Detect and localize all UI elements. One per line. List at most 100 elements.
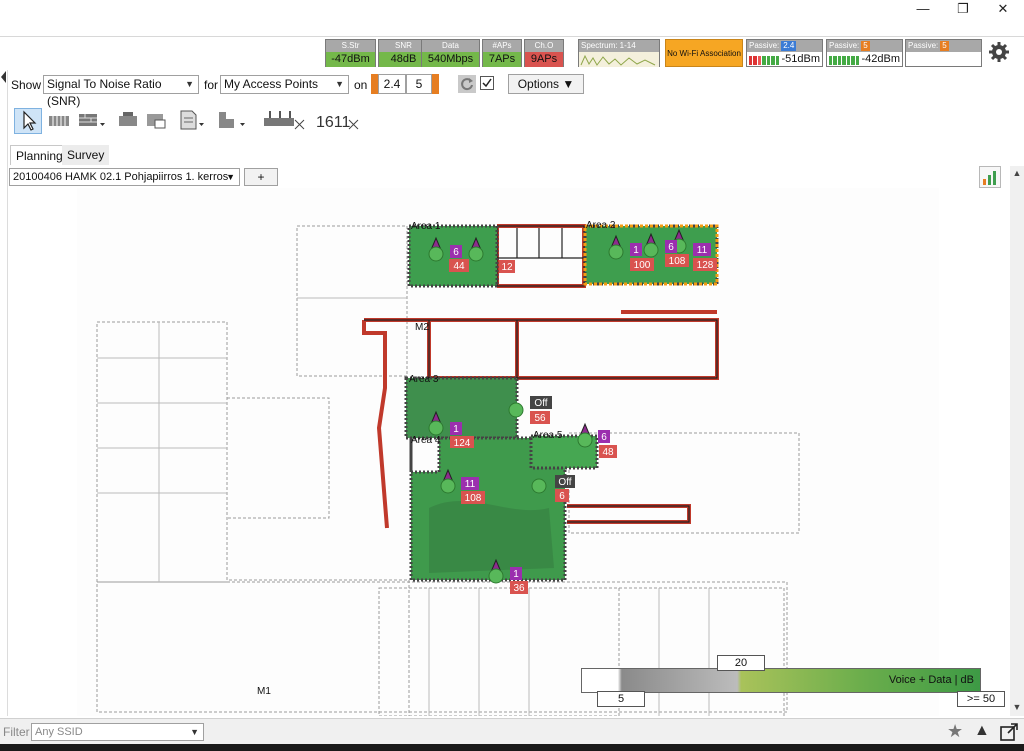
vertical-scrollbar[interactable]: ▲ ▼ — [1010, 166, 1024, 716]
stat-value: 7APs — [483, 52, 521, 67]
bar-chart-icon — [983, 171, 996, 185]
select-tool-button[interactable] — [14, 108, 42, 134]
band-chip: 2.4 — [781, 41, 797, 51]
svg-text:6: 6 — [601, 432, 607, 443]
spectrum-box[interactable]: Spectrum: 1-14 — [578, 39, 660, 67]
door-tool-button[interactable] — [117, 108, 139, 134]
legend-title: Voice + Data | dB — [888, 674, 974, 686]
passive-dbm: -51dBm — [781, 53, 820, 65]
ap-filter-select[interactable]: My Access Points ▼ — [220, 75, 349, 94]
passive-label: Passive: 5 — [827, 40, 902, 52]
tab-survey[interactable]: Survey — [62, 145, 110, 165]
signal-bars-icon — [749, 56, 779, 65]
area-label: Area 2 — [586, 220, 616, 231]
svg-text:36: 36 — [513, 583, 525, 594]
chart-button[interactable] — [979, 166, 1001, 188]
scroll-down-icon[interactable]: ▼ — [1010, 702, 1024, 712]
svg-text:108: 108 — [669, 256, 686, 267]
spectrum-graph — [579, 52, 659, 67]
access-point-icon — [531, 478, 547, 494]
stat-value: -47dBm — [326, 52, 375, 67]
band-24-toggle[interactable]: 2.4 — [378, 74, 406, 94]
area-label: Area 4 — [411, 435, 441, 446]
chevron-down-icon: ▼ — [226, 172, 235, 182]
add-floor-button[interactable]: + — [244, 168, 278, 186]
signal-strength-box[interactable]: S.Str -47dBm — [325, 39, 376, 67]
brick-icon — [79, 114, 105, 126]
floor-name: 20100406 HAMK 02.1 Pohjapiirros 1. kerro… — [13, 171, 229, 183]
cursor-icon — [23, 110, 37, 131]
room-label: M2 — [415, 322, 429, 333]
access-point-icon — [508, 402, 524, 418]
tab-planning[interactable]: Planning — [10, 145, 69, 165]
wall-tool-button[interactable] — [47, 108, 71, 134]
close-button[interactable]: ✕ — [983, 0, 1023, 18]
area-tool-button[interactable] — [216, 108, 248, 134]
document-tool-button[interactable] — [178, 108, 206, 134]
window-tool-button[interactable] — [145, 108, 169, 134]
passive-5-second-box[interactable]: Passive: 5 — [905, 39, 982, 67]
floor-map[interactable]: Area 1 Area 2 Area 3 Area 4 Area 5 M2 M1… — [9, 188, 1008, 716]
door-icon — [119, 112, 137, 126]
stat-label: S.Str — [326, 40, 375, 52]
band-chip: 5 — [861, 41, 870, 51]
visualization-select[interactable]: Signal To Noise Ratio (SNR) ▼ — [43, 75, 199, 108]
popout-icon[interactable] — [1000, 723, 1018, 741]
passive-24-box[interactable]: Passive: 2.4 -51dBm — [746, 39, 823, 67]
star-icon[interactable]: ★ — [947, 721, 963, 742]
legend-low-handle[interactable]: 5 — [597, 691, 645, 707]
svg-text:124: 124 — [454, 438, 471, 449]
svg-text:1: 1 — [513, 569, 519, 580]
tab-label: Planning — [16, 149, 63, 163]
gear-icon[interactable] — [988, 41, 1010, 63]
data-rate-box[interactable]: Data 540Mbps — [421, 39, 480, 67]
window-icon — [147, 114, 166, 129]
svg-text:1: 1 — [453, 424, 459, 435]
svg-text:11: 11 — [697, 245, 708, 256]
chevron-down-icon: ▼ — [190, 727, 199, 737]
ap-placement-tool-button[interactable] — [262, 108, 306, 134]
options-button[interactable]: Options ▼ — [508, 74, 584, 94]
channel-tool-button[interactable]: 1611 — [316, 108, 360, 134]
signal-legend[interactable]: Voice + Data | dB — [581, 668, 981, 693]
on-label: on — [354, 78, 368, 92]
svg-text:12: 12 — [501, 262, 513, 273]
passive-5-box[interactable]: Passive: 5 -42dBm — [826, 39, 903, 67]
collapse-arrow-icon — [1, 71, 6, 83]
band-chip: 5 — [940, 41, 949, 51]
brick-wall-tool-button[interactable] — [77, 108, 107, 134]
legend-mid-handle[interactable]: 20 — [717, 655, 765, 671]
ssid-filter-select[interactable]: Any SSID ▼ — [31, 723, 204, 741]
svg-text:56: 56 — [534, 413, 546, 424]
svg-text:44: 44 — [453, 261, 465, 272]
title-divider — [0, 36, 1024, 37]
svg-text:48: 48 — [602, 447, 614, 458]
band-indicator — [432, 74, 439, 94]
left-collapse-strip[interactable] — [0, 70, 8, 716]
svg-text:1: 1 — [633, 245, 639, 256]
chevron-down-icon: ▼ — [335, 79, 344, 89]
collapse-up-icon[interactable]: ▲ — [974, 722, 990, 740]
band-5-toggle[interactable]: 5 — [406, 74, 432, 94]
checkbox[interactable] — [480, 76, 494, 90]
no-wifi-association-badge[interactable]: No Wi-Fi Association — [665, 39, 743, 67]
bottom-bar: Filter Any SSID ▼ ★ ▲ — [0, 718, 1024, 744]
ap-count-box[interactable]: #APs 7APs — [482, 39, 522, 67]
channel-overlap-box[interactable]: Ch.O 9APs — [524, 39, 564, 67]
legend-high-handle[interactable]: >= 50 — [957, 691, 1005, 707]
chevron-down-icon: ▼ — [185, 79, 194, 89]
stat-label: #APs — [483, 40, 521, 52]
stat-value: 9APs — [525, 52, 563, 67]
refresh-icon[interactable] — [458, 75, 476, 93]
floor-select[interactable]: 20100406 HAMK 02.1 Pohjapiirros 1. kerro… — [9, 168, 240, 186]
svg-text:100: 100 — [634, 260, 651, 271]
scroll-up-icon[interactable]: ▲ — [1010, 168, 1024, 178]
channel-icon: 1611 — [316, 114, 359, 131]
maximize-button[interactable]: ❐ — [943, 0, 983, 18]
passive-dbm: -42dBm — [861, 53, 900, 65]
ap-filter-value: My Access Points — [224, 77, 319, 91]
access-point-icon — [264, 111, 305, 130]
minimize-button[interactable]: — — [903, 0, 943, 18]
band-indicator — [371, 74, 378, 94]
area-label: Area 1 — [411, 221, 441, 232]
